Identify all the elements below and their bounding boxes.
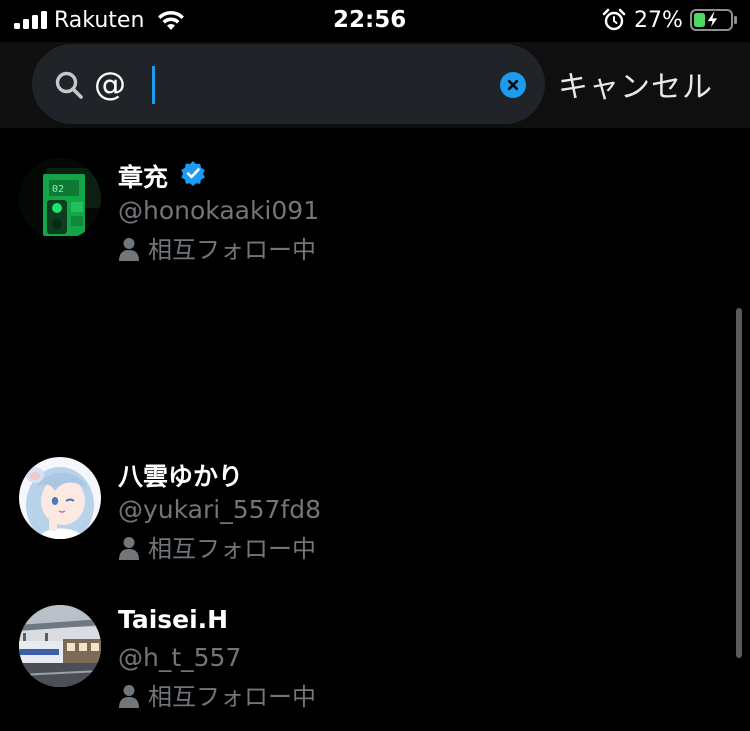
search-icon — [55, 71, 83, 99]
display-name: 八雲ゆかり — [118, 462, 244, 491]
carrier-name: Rakuten — [54, 8, 145, 33]
search-box[interactable] — [32, 44, 545, 124]
follow-status: 相互フォロー中 — [118, 677, 316, 712]
clear-search-button[interactable] — [500, 72, 526, 98]
alarm-clock-icon — [602, 8, 626, 31]
avatar: 02 — [19, 158, 101, 240]
wifi-icon — [158, 10, 184, 30]
display-name: Taisei.H — [118, 605, 229, 634]
battery-percentage: 27% — [634, 8, 683, 33]
search-result-item[interactable]: Taisei.H @h_t_557 相互フォロー中 — [0, 605, 750, 725]
follow-status-label: 相互フォロー中 — [148, 535, 316, 563]
search-result-item[interactable]: 八雲ゆかり @yukari_557fd8 相互フォロー中 — [0, 457, 750, 577]
scrollbar[interactable] — [736, 308, 742, 658]
user-handle: @h_t_557 — [118, 643, 242, 672]
follow-status: 相互フォロー中 — [118, 529, 316, 564]
text-caret — [152, 66, 155, 104]
search-input[interactable] — [94, 62, 474, 106]
avatar — [19, 457, 101, 539]
avatar — [19, 605, 101, 687]
person-icon — [119, 537, 139, 560]
status-bar: Rakuten 22:56 27% — [0, 0, 750, 42]
search-result-item[interactable]: 02 章充 @honokaaki091 相互フォロー中 — [0, 158, 750, 278]
follow-status-label: 相互フォロー中 — [148, 683, 316, 711]
follow-status: 相互フォロー中 — [118, 230, 316, 265]
close-icon — [507, 79, 519, 91]
person-icon — [119, 238, 139, 261]
battery-charging-icon — [690, 9, 737, 31]
user-handle: @yukari_557fd8 — [118, 495, 322, 524]
search-header: キャンセル — [0, 42, 750, 128]
user-handle: @honokaaki091 — [118, 196, 320, 225]
cancel-button[interactable]: キャンセル — [558, 62, 713, 106]
follow-status-label: 相互フォロー中 — [148, 236, 316, 264]
display-name: 章充 — [118, 163, 169, 192]
clock: 22:56 — [333, 7, 407, 33]
cellular-signal-icon — [14, 11, 47, 29]
svg-text:02: 02 — [52, 184, 64, 195]
verified-badge-icon — [181, 161, 205, 186]
person-icon — [119, 685, 139, 708]
